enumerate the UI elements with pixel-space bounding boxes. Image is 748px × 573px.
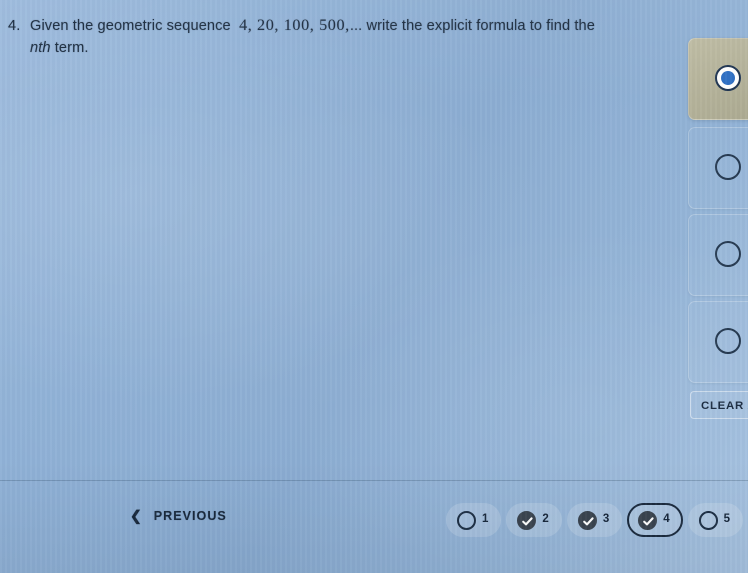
question-nav-label: 5 [723,513,731,526]
radio-selected-icon[interactable] [715,65,741,91]
quiz-screen: 4. Given the geometric sequence 4, 20, 10… [0,0,748,573]
question-nav: 1 2 3 4 5 [446,503,744,537]
check-circle-icon [517,510,537,530]
question-nth-italic: nth [30,40,51,56]
question-number: 4. [8,18,21,34]
question-nav-item-3[interactable]: 3 [566,503,623,537]
question-nav-item-1[interactable]: 1 [446,503,502,537]
check-circle-icon [638,510,658,530]
radio-dot [721,71,735,85]
question-nav-label: 4 [663,513,670,526]
answer-option-c[interactable] [688,214,748,296]
question-line-1: 4. Given the geometric sequence 4, 20, 10… [8,14,668,37]
question-text-part-3: term. [54,40,89,56]
question-nav-item-5[interactable]: 5 [687,503,744,537]
question-nav-label: 3 [602,513,610,526]
previous-button[interactable]: ❮ PREVIOUS [130,507,227,524]
radio-unselected-icon[interactable] [715,328,741,354]
radio-unselected-icon[interactable] [715,154,741,180]
question-nav-label: 2 [542,513,549,526]
circle-empty-icon [457,510,476,530]
answer-option-b[interactable] [688,127,748,209]
question-text-part-1: Given the geometric sequence [30,18,231,34]
previous-button-label: PREVIOUS [153,509,227,523]
radio-unselected-icon[interactable] [715,241,741,267]
question-nav-item-4[interactable]: 4 [627,503,683,537]
answer-option-d[interactable] [688,301,748,383]
question-line-2: nth term. [8,37,668,59]
check-circle-icon [577,510,597,530]
question-sequence: 4, 20, 100, 500, [239,16,350,34]
question-block: 4. Given the geometric sequence 4, 20, 10… [8,14,668,59]
bottom-bar: ❮ PREVIOUS 1 2 3 4 5 [0,481,748,573]
clear-all-button[interactable]: CLEAR ALL [690,391,748,419]
answer-option-a[interactable] [688,38,748,120]
question-text-part-2: ... write the explicit formula to find t… [349,18,595,34]
chevron-left-icon: ❮ [130,507,143,524]
circle-empty-icon [698,510,718,530]
question-nav-label: 1 [482,513,489,526]
question-nav-item-2[interactable]: 2 [506,503,562,537]
